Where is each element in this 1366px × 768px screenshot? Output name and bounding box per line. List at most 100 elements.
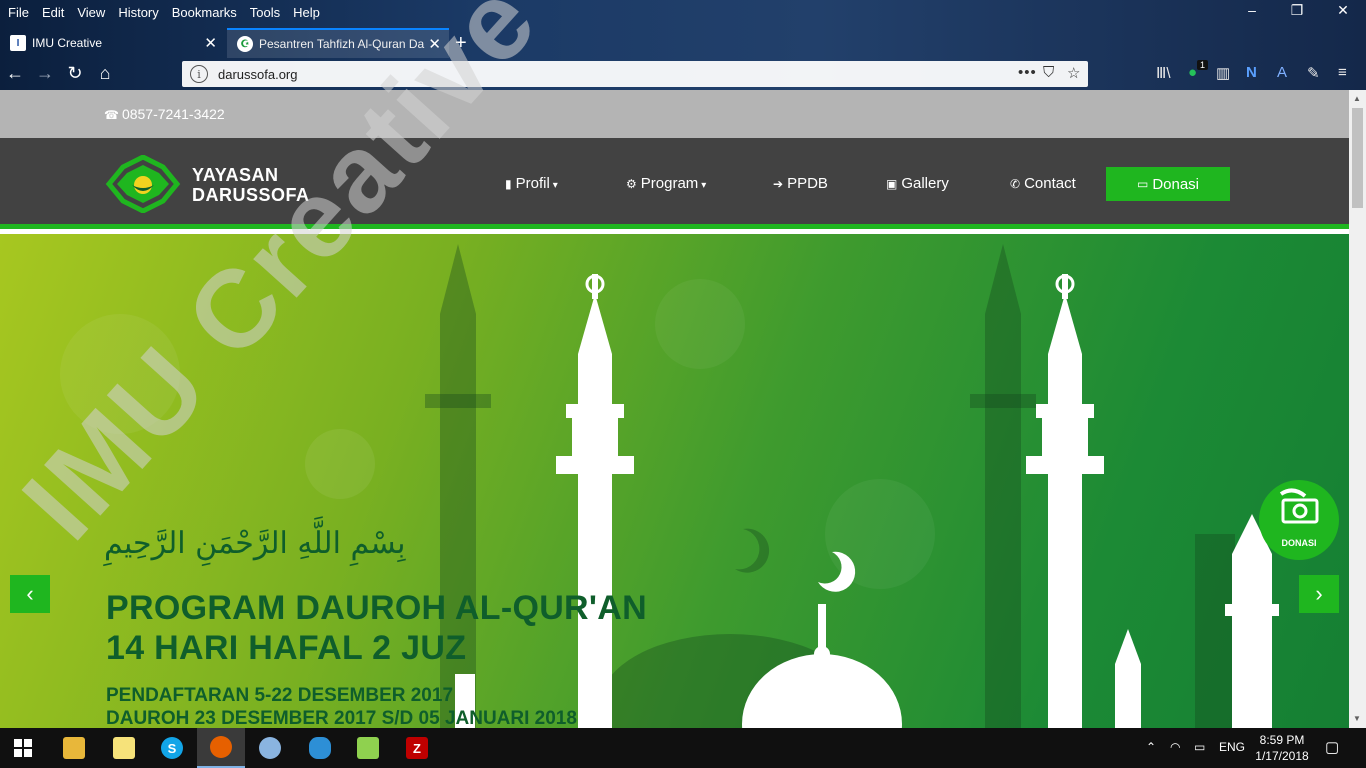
skype-icon: S bbox=[161, 737, 183, 759]
navigation-toolbar: ← → ↻ ⌂ i darussofa.org ••• ⛉ ☆ Ⅲ\ ● 1 ▥… bbox=[0, 58, 1366, 90]
hero-subtitle: PENDAFTARAN 5-22 DESEMBER 2017 DAUROH 23… bbox=[106, 684, 577, 728]
notepad-icon bbox=[357, 737, 379, 759]
logo-line-1: YAYASAN bbox=[192, 165, 279, 185]
translate-icon[interactable]: A bbox=[1277, 64, 1287, 81]
web-page: ☎ 0857-7241-3422 YAYASAN DARUSSOFA ▮ Profi… bbox=[0, 90, 1366, 728]
forward-icon[interactable]: → bbox=[33, 63, 57, 84]
extension-badge: 1 bbox=[1197, 60, 1209, 70]
scroll-down-icon[interactable]: ▼ bbox=[1353, 714, 1361, 723]
hero-title: PROGRAM DAUROH AL-QUR'AN 14 HARI HAFAL 2… bbox=[106, 588, 647, 668]
close-tab-icon[interactable]: ✕ bbox=[428, 35, 441, 53]
bookmark-star-icon[interactable]: ☆ bbox=[1067, 64, 1080, 82]
pocket-icon[interactable]: ⛉ bbox=[1043, 64, 1054, 81]
folder-icon bbox=[63, 737, 85, 759]
phone-contact[interactable]: ☎ 0857-7241-3422 bbox=[104, 106, 225, 122]
page-actions-icon[interactable]: ••• bbox=[1018, 64, 1037, 81]
firefox-icon bbox=[210, 736, 232, 758]
notepad-plus-taskbar-button[interactable] bbox=[344, 728, 392, 768]
donasi-label: Donasi bbox=[1152, 175, 1200, 193]
sticky-notes-taskbar-button[interactable] bbox=[100, 728, 148, 768]
menu-help[interactable]: Help bbox=[293, 5, 320, 20]
language-indicator[interactable]: ENG bbox=[1219, 740, 1245, 754]
filezilla-taskbar-button[interactable]: Z bbox=[393, 728, 441, 768]
slider-prev-button[interactable]: ‹ bbox=[10, 575, 50, 613]
minimize-button[interactable]: – bbox=[1229, 2, 1275, 18]
phone-number: 0857-7241-3422 bbox=[121, 106, 225, 122]
floating-donasi-button[interactable]: DONASI bbox=[1259, 480, 1339, 560]
close-window-button[interactable]: ✕ bbox=[1320, 2, 1366, 19]
nav-program[interactable]: ⚙ Program ▾ bbox=[626, 175, 706, 192]
hero-title-line-1: PROGRAM DAUROH AL-QUR'AN bbox=[106, 589, 647, 627]
url-text[interactable]: darussofa.org bbox=[218, 67, 298, 82]
clock-time: 8:59 PM bbox=[1259, 733, 1305, 747]
tab-title: Pesantren Tahfizh Al-Quran Da bbox=[259, 37, 425, 51]
bookmark-icon: ▮ bbox=[505, 177, 512, 191]
paint-palette-icon bbox=[259, 737, 281, 759]
sidebar-icon[interactable]: ▥ bbox=[1216, 64, 1230, 82]
menu-bookmarks[interactable]: Bookmarks bbox=[172, 5, 237, 20]
skype-taskbar-button[interactable]: S bbox=[148, 728, 196, 768]
slider-next-button[interactable]: › bbox=[1299, 575, 1339, 613]
firefox-taskbar-button[interactable] bbox=[197, 728, 245, 768]
menu-view[interactable]: View bbox=[77, 5, 105, 20]
nav-ppdb[interactable]: ➔ PPDB bbox=[773, 175, 828, 192]
phone-icon: ✆ bbox=[1010, 177, 1021, 191]
menu-history[interactable]: History bbox=[118, 5, 158, 20]
nav-label: Gallery bbox=[901, 175, 949, 192]
clock-date: 1/17/2018 bbox=[1255, 749, 1309, 763]
tray-expand-icon[interactable]: ⌃ bbox=[1146, 740, 1156, 754]
file-explorer-taskbar-button[interactable] bbox=[50, 728, 98, 768]
extension-icon[interactable]: ● bbox=[1188, 64, 1197, 81]
darussofa-logo[interactable] bbox=[105, 155, 181, 213]
bismillah-text: بِسْمِ اللَّهِ الرَّحْمَنِ الرَّحِيمِ bbox=[104, 526, 406, 561]
nav-profil[interactable]: ▮ Profil ▾ bbox=[505, 175, 558, 192]
wifi-icon[interactable]: ◠ bbox=[1170, 740, 1180, 754]
dolphin-icon bbox=[309, 737, 331, 759]
new-tab-button[interactable]: + bbox=[455, 32, 467, 55]
image-icon: ▣ bbox=[886, 177, 898, 191]
reload-icon[interactable]: ↻ bbox=[63, 63, 87, 84]
notification-icon[interactable]: ▢ bbox=[1325, 738, 1339, 756]
info-icon[interactable]: i bbox=[190, 65, 208, 83]
tab-imu-creative[interactable]: I IMU Creative ✕ bbox=[0, 28, 225, 58]
site-header: YAYASAN DARUSSOFA ▮ Profil ▾ ⚙ Program ▾ ➔ PP… bbox=[0, 138, 1349, 229]
hero-subtitle-line-1: PENDAFTARAN 5-22 DESEMBER 2017 bbox=[106, 685, 454, 706]
notes-icon[interactable]: N bbox=[1246, 64, 1257, 81]
dolphin-app-taskbar-button[interactable] bbox=[296, 728, 344, 768]
nav-label: Program bbox=[640, 175, 699, 192]
system-clock[interactable]: 8:59 PM 1/17/2018 bbox=[1244, 732, 1320, 764]
donasi-button[interactable]: ▭ Donasi bbox=[1106, 167, 1230, 201]
chevron-down-icon: ▾ bbox=[552, 180, 558, 191]
paint-taskbar-button[interactable] bbox=[246, 728, 294, 768]
close-tab-icon[interactable]: ✕ bbox=[204, 34, 217, 52]
library-icon[interactable]: Ⅲ\ bbox=[1156, 64, 1171, 82]
scroll-thumb[interactable] bbox=[1352, 108, 1363, 208]
windows-taskbar: S Z ⌃ ◠ ▭ ENG 8:59 PM 1/17/2018 ▢ bbox=[0, 728, 1366, 768]
menu-file[interactable]: File bbox=[8, 5, 29, 20]
nav-gallery[interactable]: ▣ Gallery bbox=[886, 175, 949, 192]
floating-donasi-label: DONASI bbox=[1281, 538, 1317, 548]
tab-darussofa[interactable]: ☪ Pesantren Tahfizh Al-Quran Da ✕ bbox=[227, 28, 449, 58]
restore-button[interactable]: ❐ bbox=[1274, 2, 1320, 19]
battery-icon[interactable]: ▭ bbox=[1194, 740, 1205, 754]
menu-icon[interactable]: ≡ bbox=[1338, 64, 1347, 81]
page-scrollbar[interactable]: ▲ ▼ bbox=[1349, 90, 1366, 728]
pen-icon[interactable]: ✎ bbox=[1307, 64, 1320, 82]
scroll-up-icon[interactable]: ▲ bbox=[1353, 94, 1361, 103]
cogs-icon: ⚙ bbox=[626, 177, 637, 191]
chevron-down-icon: ▾ bbox=[701, 180, 707, 191]
logo-text[interactable]: YAYASAN DARUSSOFA bbox=[192, 165, 310, 205]
home-icon[interactable]: ⌂ bbox=[93, 63, 117, 84]
hand-money-icon bbox=[1279, 488, 1319, 524]
menu-tools[interactable]: Tools bbox=[250, 5, 280, 20]
url-bar[interactable]: i darussofa.org ••• ⛉ ☆ bbox=[182, 61, 1088, 87]
back-icon[interactable]: ← bbox=[3, 63, 27, 84]
hero-title-line-2: 14 HARI HAFAL 2 JUZ bbox=[106, 629, 467, 667]
browser-chrome: File Edit View History Bookmarks Tools H… bbox=[0, 0, 1366, 90]
menu-edit[interactable]: Edit bbox=[42, 5, 64, 20]
logo-line-2: DARUSSOFA bbox=[192, 185, 310, 205]
nav-label: PPDB bbox=[787, 175, 828, 192]
windows-start-icon[interactable] bbox=[14, 739, 32, 757]
nav-contact[interactable]: ✆ Contact bbox=[1010, 175, 1076, 192]
top-info-bar: ☎ 0857-7241-3422 bbox=[0, 90, 1349, 138]
